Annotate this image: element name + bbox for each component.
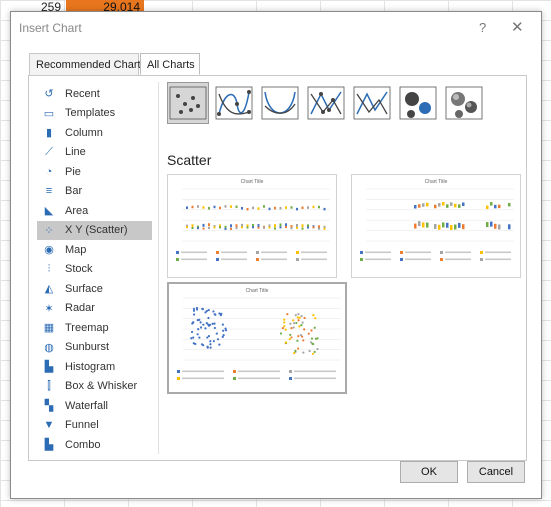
sidebar-item-label: Area: [65, 204, 89, 217]
scatter-smooth-lines-markers-icon-graphic: [215, 86, 253, 120]
chart-preview-1[interactable]: Chart Title: [167, 174, 337, 278]
sidebar-item-combo-chart[interactable]: ▙ Combo: [37, 435, 152, 455]
radar-chart-icon: ✶: [44, 302, 54, 315]
box-whisker-chart-icon: ⫿: [47, 379, 51, 392]
3d-bubble-icon[interactable]: [443, 82, 485, 124]
sidebar-item-label: Funnel: [65, 419, 99, 432]
scatter-icon-graphic: [169, 86, 207, 120]
sidebar-item-pie-chart[interactable]: ◔ Pie: [37, 162, 152, 182]
sidebar-item-label: Waterfall: [65, 399, 108, 412]
histogram-chart-icon: ▙: [44, 361, 54, 374]
sunburst-chart-icon: ◍: [44, 341, 54, 354]
sidebar-item-label: Line: [65, 146, 86, 159]
preview-chart-graphic: [176, 188, 330, 261]
column-chart-icon: ▮: [45, 127, 53, 140]
map-chart-icon: ◉: [44, 244, 54, 257]
sidebar-item-bar-chart[interactable]: ≡ Bar: [37, 182, 152, 202]
all-charts-panel: ↺ Recent ▭ Templates ▮ Column ⟋ Line ◔ Pie ≡ Bar ◣ Ar…: [28, 75, 527, 461]
sidebar-item-label: Pie: [65, 165, 81, 178]
sidebar-item-line-chart[interactable]: ⟋ Line: [37, 143, 152, 163]
sidebar-item-radar-chart[interactable]: ✶ Radar: [37, 299, 152, 319]
chart-category-list: ↺ Recent ▭ Templates ▮ Column ⟋ Line ◔ Pie ≡ Bar ◣ Ar…: [37, 84, 152, 455]
insert-chart-dialog: Insert Chart ? ✕ Recommended Charts All …: [10, 11, 542, 499]
dialog-titlebar: Insert Chart ? ✕: [11, 12, 541, 46]
scatter-straight-lines-markers-icon-graphic: [307, 86, 345, 120]
sidebar-item-templates[interactable]: ▭ Templates: [37, 104, 152, 124]
sidebar-item-map-chart[interactable]: ◉ Map: [37, 240, 152, 260]
bar-chart-icon: ≡: [45, 185, 53, 198]
sidebar-item-label: Sunburst: [65, 341, 110, 354]
sidebar-item-recent[interactable]: ↺ Recent: [37, 84, 152, 104]
area-chart-icon: ◣: [44, 205, 54, 218]
sidebar-item-label: Surface: [65, 282, 103, 295]
chart-preview-3[interactable]: Chart Title: [167, 282, 347, 394]
sidebar-item-sunburst-chart[interactable]: ◍ Sunburst: [37, 338, 152, 358]
scatter-icon[interactable]: [167, 82, 209, 124]
sidebar-item-surface-chart[interactable]: ◭ Surface: [37, 279, 152, 299]
tab-recommended-charts[interactable]: Recommended Charts: [29, 53, 146, 75]
bubble-icon-graphic: [399, 86, 437, 120]
preview-chart-graphic: [177, 297, 341, 380]
sidebar-item-label: Templates: [65, 107, 116, 120]
scatter-smooth-lines-icon-graphic: [261, 86, 299, 120]
sidebar-item-label: Radar: [65, 302, 95, 315]
sidebar-item-column-chart[interactable]: ▮ Column: [37, 123, 152, 143]
sidebar-item-label: X Y (Scatter): [65, 224, 128, 237]
sidebar-item-label: Bar: [65, 185, 83, 198]
help-icon[interactable]: ?: [479, 20, 486, 35]
bubble-icon[interactable]: [397, 82, 439, 124]
line-chart-icon: ⟋: [45, 145, 53, 158]
scatter-smooth-lines-icon[interactable]: [259, 82, 301, 124]
combo-chart-icon: ▙: [44, 439, 54, 452]
tab-all-charts[interactable]: All Charts: [140, 53, 200, 75]
recent-icon: ↺: [44, 88, 54, 101]
preview-chart-graphic: [360, 188, 514, 261]
sidebar-item-label: Recent: [65, 87, 100, 100]
waterfall-chart-icon: ▚: [44, 400, 54, 413]
divider: [158, 82, 159, 454]
3d-bubble-icon-graphic: [445, 86, 483, 120]
sidebar-item-label: Map: [65, 243, 87, 256]
scatter-chart-icon: ⁘: [44, 224, 54, 237]
funnel-chart-icon: ▼: [43, 419, 55, 432]
scatter-smooth-lines-markers-icon[interactable]: [213, 82, 255, 124]
sidebar-item-label: Box & Whisker: [65, 380, 138, 393]
sidebar-item-label: Treemap: [65, 321, 109, 334]
templates-icon: ▭: [43, 107, 55, 120]
sidebar-item-histogram-chart[interactable]: ▙ Histogram: [37, 357, 152, 377]
sidebar-item-label: Combo: [65, 438, 101, 451]
scatter-straight-lines-markers-icon[interactable]: [305, 82, 347, 124]
scatter-straight-lines-icon-graphic: [353, 86, 391, 120]
sidebar-item-box-whisker-chart[interactable]: ⫿ Box & Whisker: [37, 377, 152, 397]
sidebar-item-label: Stock: [65, 263, 93, 276]
sidebar-item-treemap-chart[interactable]: ▦ Treemap: [37, 318, 152, 338]
pie-chart-icon: ◔: [45, 165, 53, 178]
sidebar-item-label: Column: [65, 126, 103, 139]
sidebar-item-label: Histogram: [65, 360, 116, 373]
close-icon[interactable]: ✕: [511, 18, 524, 36]
sidebar-item-funnel-chart[interactable]: ▼ Funnel: [37, 416, 152, 436]
ok-button[interactable]: OK: [400, 461, 458, 483]
dialog-title: Insert Chart: [19, 21, 82, 35]
cancel-button[interactable]: Cancel: [467, 461, 525, 483]
treemap-chart-icon: ▦: [43, 322, 55, 335]
sidebar-item-area-chart[interactable]: ◣ Area: [37, 201, 152, 221]
sidebar-item-stock-chart[interactable]: ⫶ Stock: [37, 260, 152, 280]
sidebar-item-waterfall-chart[interactable]: ▚ Waterfall: [37, 396, 152, 416]
sidebar-item-scatter-chart[interactable]: ⁘ X Y (Scatter): [37, 220, 152, 240]
section-title: Scatter: [167, 152, 212, 168]
chart-preview-2[interactable]: Chart Title: [351, 174, 521, 278]
surface-chart-icon: ◭: [44, 283, 54, 296]
stock-chart-icon: ⫶: [47, 262, 51, 275]
scatter-straight-lines-icon[interactable]: [351, 82, 393, 124]
